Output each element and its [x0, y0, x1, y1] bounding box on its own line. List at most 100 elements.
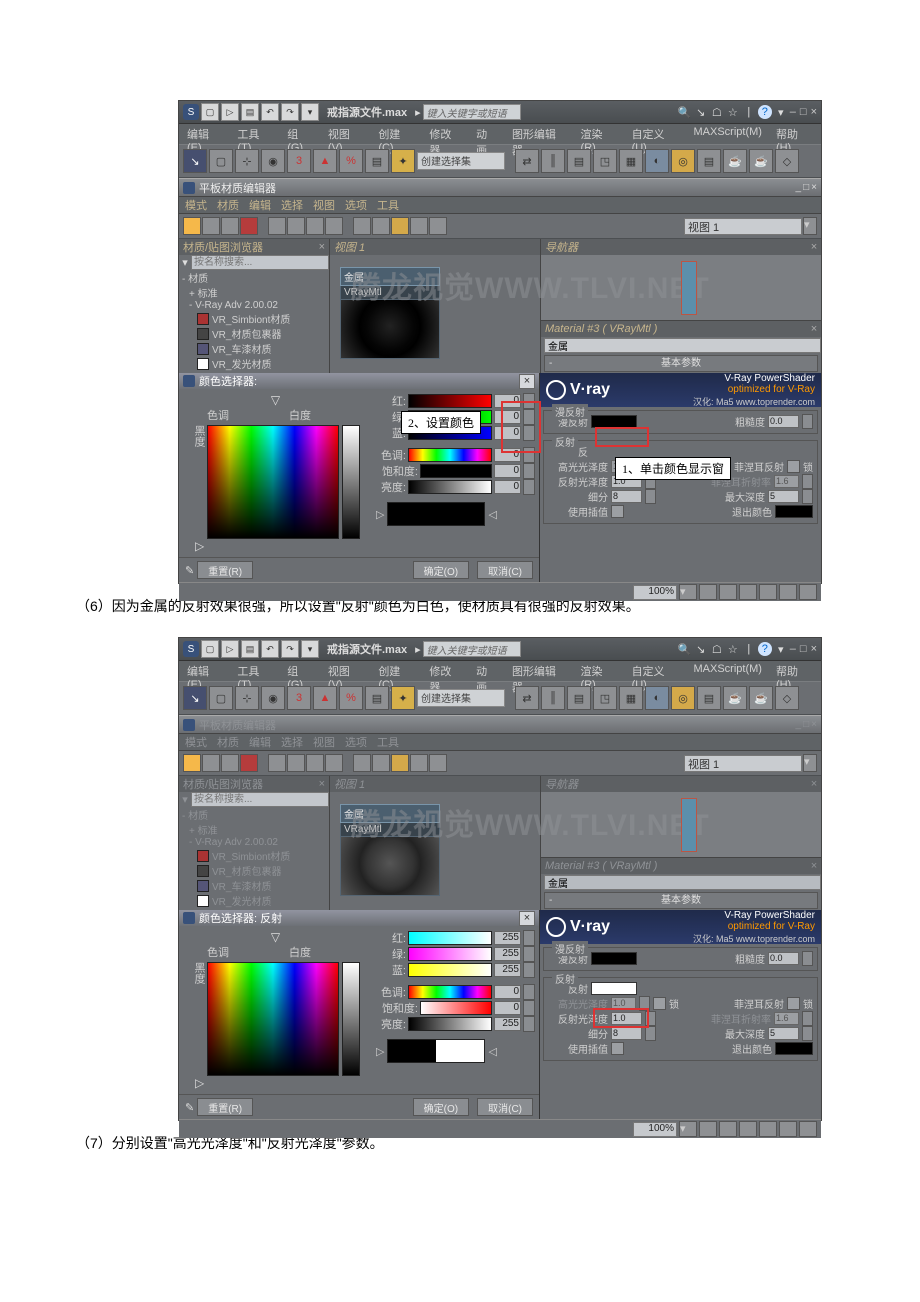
view-dropdown-icon[interactable]: ▾ [803, 754, 817, 772]
diffuse-swatch[interactable] [591, 952, 637, 965]
me-i7-icon[interactable] [391, 754, 409, 772]
tb-snap-icon[interactable]: ▲ [313, 149, 337, 173]
cp-green-value[interactable]: 255 [494, 947, 521, 961]
me-delete-icon[interactable] [240, 217, 258, 235]
tb-mirror-icon[interactable]: ⇄ [515, 149, 539, 173]
cp-hue-slider[interactable] [408, 448, 492, 462]
tb-3-icon[interactable]: 3 [287, 149, 311, 173]
me-arrow-icon[interactable] [183, 217, 201, 235]
tb-mirror-icon[interactable]: ⇄ [515, 686, 539, 710]
tb-hierarchy-icon[interactable]: ◳ [593, 686, 617, 710]
ok-button[interactable]: 确定(O) [413, 561, 469, 579]
panel-max-icon[interactable]: □ [803, 719, 809, 730]
cp-val-spinner[interactable] [523, 479, 535, 495]
cp-red-slider[interactable] [408, 394, 492, 408]
depth-spinner[interactable] [802, 489, 813, 504]
tb-rotate-icon[interactable]: ◉ [261, 686, 285, 710]
me-i4-icon[interactable] [325, 217, 343, 235]
cp-blue-spinner[interactable] [523, 962, 535, 978]
cp-red-slider[interactable] [408, 931, 492, 945]
view-tab[interactable]: 视图 1 [330, 239, 540, 255]
panel-min-icon[interactable]: _ [796, 182, 802, 193]
me-i8-icon[interactable] [410, 217, 428, 235]
view-selector[interactable]: 视图 1 [684, 755, 802, 772]
status-i3-icon[interactable] [719, 584, 737, 600]
me-i3-icon[interactable] [306, 217, 324, 235]
browser-close-icon[interactable]: × [319, 241, 325, 253]
roughness-value[interactable]: 0.0 [768, 952, 799, 965]
browser-search-input[interactable] [191, 792, 329, 807]
cp-eyedrop-icon[interactable]: ✎ [185, 1101, 194, 1114]
roughness-value[interactable]: 0.0 [768, 415, 799, 428]
app-menu[interactable]: 编辑(E) 工具(T) 组(G) 视图(V) 创建(C) 修改器 动画 图形编辑… [179, 124, 821, 144]
binoculars-icon[interactable]: 🔍 [678, 642, 692, 656]
new-icon[interactable]: ▢ [201, 103, 219, 121]
binoculars-icon[interactable]: 🔍 [678, 105, 692, 119]
inst-close-icon[interactable]: × [811, 860, 817, 872]
dropdown-icon[interactable]: ▾ [301, 103, 319, 121]
me-menu-options[interactable]: 选项 [345, 197, 367, 213]
cp-sat-value[interactable]: 0 [494, 1001, 521, 1015]
me-i3-icon[interactable] [306, 754, 324, 772]
cp-result-swatch[interactable] [387, 502, 485, 526]
tb-align2-icon[interactable]: ║ [541, 686, 565, 710]
reset-button[interactable]: 重置(R) [197, 1098, 253, 1116]
cp-val-slider[interactable] [408, 480, 492, 494]
tb-hierarchy-icon[interactable]: ◳ [593, 149, 617, 173]
menu-graph[interactable]: 图形编辑器 [512, 126, 567, 142]
cp-sat-slider[interactable] [420, 1001, 492, 1015]
tree-root[interactable]: - 材质 [179, 807, 329, 822]
menu-tools[interactable]: 工具(T) [237, 126, 273, 142]
menu-create[interactable]: 创建(C) [378, 663, 415, 679]
menu-graph[interactable]: 图形编辑器 [512, 663, 567, 679]
open-icon[interactable]: ▷ [221, 103, 239, 121]
fresnel-check[interactable] [787, 997, 800, 1010]
depth-value[interactable]: 5 [768, 490, 799, 503]
cp-hue-value[interactable]: 0 [494, 985, 521, 999]
browser-search-input[interactable] [191, 255, 329, 270]
menu-anim[interactable]: 动画 [476, 126, 498, 142]
person-icon[interactable]: ☖ [710, 642, 724, 656]
menu-anim[interactable]: 动画 [476, 663, 498, 679]
tree-standard[interactable]: + 标准 [179, 285, 329, 300]
me-i4-icon[interactable] [325, 754, 343, 772]
ok-button[interactable]: 确定(O) [413, 1098, 469, 1116]
cp-blue-slider[interactable] [408, 963, 492, 977]
menu-help[interactable]: 帮助(H) [776, 663, 813, 679]
cp-val-spinner[interactable] [523, 1016, 535, 1032]
menu-maxscript[interactable]: MAXScript(M) [694, 126, 762, 142]
dropdown-icon[interactable]: ▾ [301, 640, 319, 658]
save-icon[interactable]: ▤ [241, 640, 259, 658]
keyword-search-input[interactable]: 键入关键字或短语 [423, 104, 521, 120]
me-i6-icon[interactable] [372, 754, 390, 772]
tb-teapot2-icon[interactable]: ☕ [749, 686, 773, 710]
fresnel-check[interactable] [787, 460, 800, 473]
me-i8-icon[interactable] [410, 754, 428, 772]
link-icon[interactable]: ↘ [694, 642, 708, 656]
tree-root[interactable]: - 材质 [179, 270, 329, 285]
subdiv-spinner[interactable] [645, 489, 656, 504]
cp-red-value[interactable]: 255 [494, 931, 521, 945]
tb-3-icon[interactable]: 3 [287, 686, 311, 710]
color-spectrum[interactable] [207, 425, 339, 539]
tb-align-icon[interactable]: ▤ [365, 149, 389, 173]
menu-modifier[interactable]: 修改器 [429, 126, 462, 142]
me-menu-select[interactable]: 选择 [281, 197, 303, 213]
status-i2-icon[interactable] [699, 584, 717, 600]
new-icon[interactable]: ▢ [201, 640, 219, 658]
tb-last-icon[interactable]: ◇ [775, 686, 799, 710]
tb-renderset-icon[interactable]: ▤ [697, 686, 721, 710]
undo-icon[interactable]: ↶ [261, 640, 279, 658]
tree-standard[interactable]: + 标准 [179, 822, 329, 837]
cp-marker-icon[interactable]: ▷ [195, 1076, 204, 1090]
useinterp-check[interactable] [611, 1042, 624, 1055]
star-icon[interactable]: ☆ [726, 642, 740, 656]
me-pick-icon[interactable] [202, 754, 220, 772]
me-i2-icon[interactable] [287, 754, 305, 772]
keyword-search-input[interactable]: 键入关键字或短语 [423, 641, 521, 657]
tb-render-icon[interactable]: ◎ [671, 149, 695, 173]
selection-set-dropdown[interactable]: 创建选择集 [417, 689, 505, 707]
status-i5-icon[interactable] [759, 1121, 777, 1137]
panel-max-icon[interactable]: □ [803, 182, 809, 193]
menu-view[interactable]: 视图(V) [328, 663, 364, 679]
